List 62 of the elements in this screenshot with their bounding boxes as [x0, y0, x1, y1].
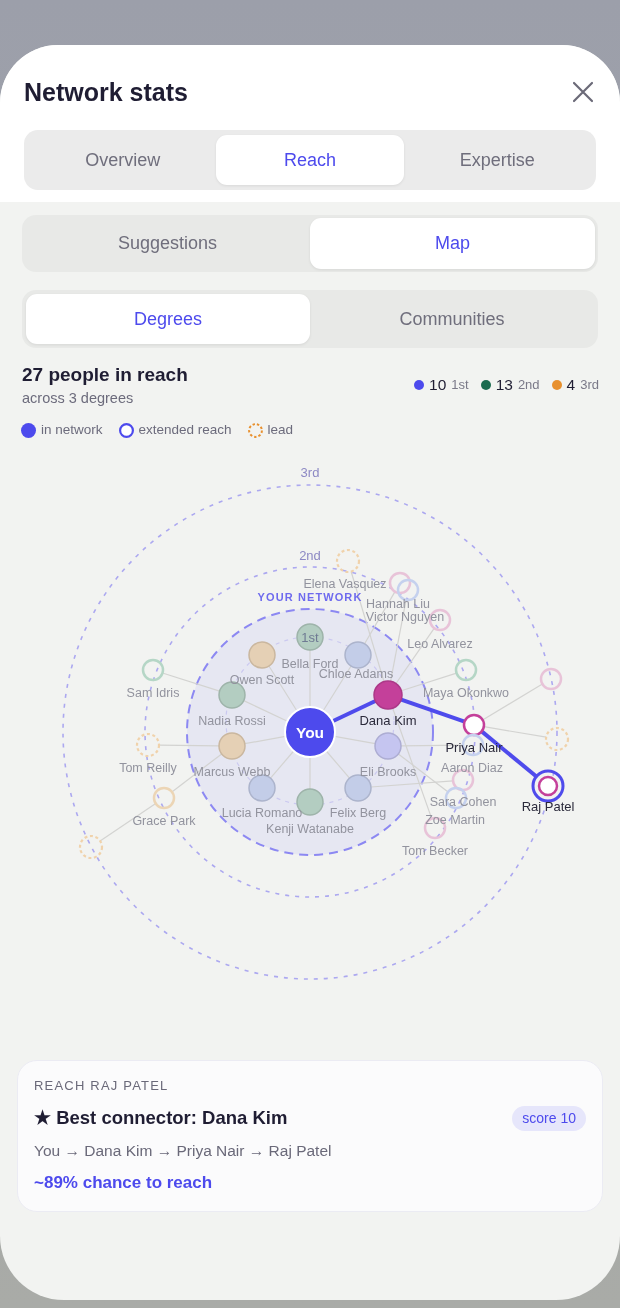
network-label: YOUR NETWORK	[257, 591, 363, 603]
connection-line	[334, 735, 376, 745]
close-icon	[572, 81, 594, 103]
contact-name: Sara Cohen	[429, 794, 497, 809]
reach-summary-title: 27 people in reach	[22, 363, 188, 387]
ring-label: 2nd	[299, 547, 321, 563]
contact-name: Maya Okonkwo	[422, 685, 510, 700]
dashed-ring-icon	[247, 422, 263, 438]
legend-label: lead	[267, 420, 294, 439]
connection-line	[244, 735, 286, 745]
contact-name: Tom Reilly	[119, 760, 177, 775]
contact-name: Tom Becker	[402, 843, 468, 858]
score-badge: score 10	[512, 1105, 586, 1131]
contact-name: Victor Nguyen	[365, 609, 445, 624]
contact-name: Felix Berg	[329, 805, 387, 820]
tab[interactable]: Communities	[310, 294, 594, 344]
tab[interactable]: Reach	[216, 135, 404, 185]
ring-label: 1st	[301, 629, 319, 645]
contact-name: Aaron Diaz	[441, 760, 503, 775]
you-node: You	[284, 706, 336, 758]
degree-label: 3rd	[580, 376, 599, 395]
contact-name: Dana Kim	[359, 712, 417, 728]
legend-label: in network	[41, 420, 103, 439]
tab[interactable]: Overview	[29, 135, 217, 185]
contact-name: Leo Alvarez	[407, 636, 473, 651]
connection-line	[483, 726, 547, 738]
filled-dot-icon	[21, 422, 36, 438]
ring-label: 3rd	[300, 464, 320, 480]
contact-name: Elena Vasquez	[303, 576, 387, 591]
reach-path-line	[480, 729, 538, 779]
contact-name: Owen Scott	[229, 672, 295, 687]
sheet-title: Network stats	[24, 77, 188, 108]
degree-count: 4	[566, 375, 576, 396]
connection-line	[325, 750, 351, 779]
contact-name: Raj Patel	[521, 798, 575, 814]
contact-name: Chloe Adams	[318, 666, 394, 681]
tab[interactable]: Degrees	[26, 294, 310, 344]
degree-label: 2nd	[517, 376, 540, 395]
tab[interactable]: Map	[310, 218, 595, 269]
legend-label: extended reach	[138, 420, 232, 439]
ring-icon	[118, 422, 134, 438]
contact-name: Kenji Watanabe	[266, 821, 354, 836]
degree-count: 10	[429, 375, 447, 396]
tab[interactable]: Expertise	[403, 135, 591, 185]
connection-line	[158, 744, 220, 747]
contact-name: Nadia Rossi	[198, 713, 266, 728]
contact-name: Sam Idris	[126, 685, 180, 700]
contact-name: Grace Park	[132, 813, 196, 828]
route-text: You → Dana Kim → Priya Nair → Raj Patel	[34, 1141, 333, 1161]
contact-name: Marcus Webb	[193, 764, 271, 779]
contact-name: Hannah Liu	[366, 596, 430, 611]
connection-line	[269, 750, 295, 779]
contact-name: Lucia Romano	[221, 805, 303, 820]
reach-chance: ~89% chance to reach	[34, 1172, 214, 1194]
contact-name: Zoe Martin	[425, 812, 485, 827]
degree-label: 1st	[451, 376, 469, 395]
degree-count: 13	[495, 375, 513, 396]
tab[interactable]: Suggestions	[25, 218, 310, 269]
card-heading: REACH RAJ PATEL	[34, 1078, 170, 1094]
reach-summary-subtitle: across 3 degrees	[22, 389, 135, 408]
contact-name: Eli Brooks	[359, 764, 417, 779]
best-connector-title: ★ Best connector: Dana Kim	[34, 1106, 288, 1130]
